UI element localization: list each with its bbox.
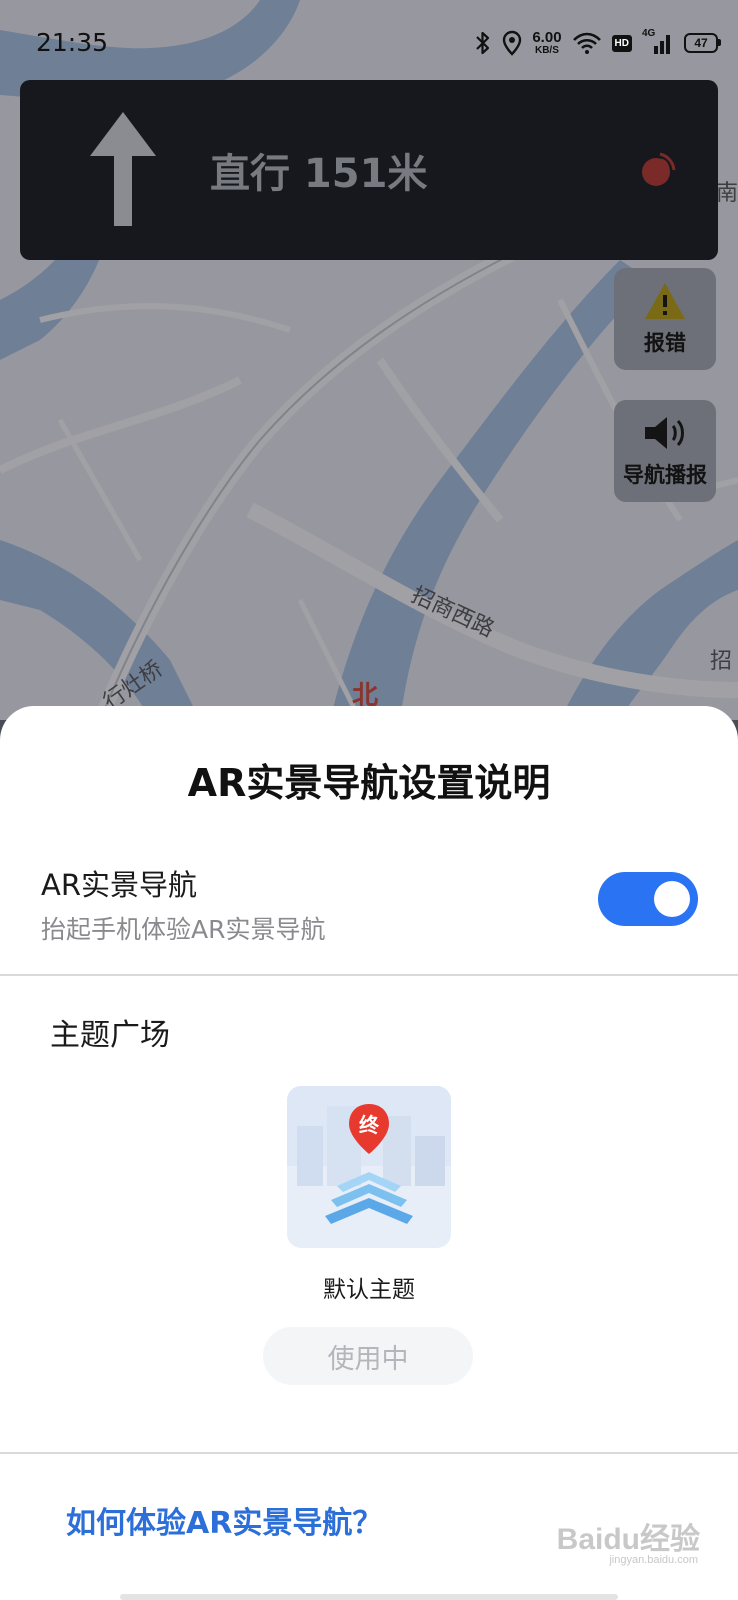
straight-arrow-icon [90, 112, 156, 226]
network-type: 4G [642, 28, 656, 39]
network-speed-value: 6.00 [532, 29, 562, 46]
in-use-button[interactable]: 使用中 [263, 1327, 473, 1385]
report-error-button[interactable]: 报错 [614, 268, 716, 370]
satellite-signal-icon[interactable] [638, 150, 678, 190]
ar-nav-title: AR实景导航 [41, 868, 197, 902]
navigation-instruction-text: 直行 151米 [210, 151, 428, 197]
bluetooth-icon [476, 31, 490, 55]
theme-name: 默认主题 [323, 1277, 415, 1303]
watermark-site: jingyan.baidu.com [609, 1554, 698, 1566]
warning-icon [645, 283, 685, 319]
navigation-voice-label: 导航播报 [623, 463, 707, 487]
divider [0, 974, 738, 976]
network-speed-unit: KB/S [534, 45, 559, 56]
ar-nav-subtitle: 抬起手机体验AR实景导航 [41, 915, 326, 944]
location-icon [503, 30, 522, 56]
status-icons: 6.00 KB/S HD 4G 47 [474, 26, 721, 60]
speaker-icon [645, 417, 684, 449]
watermark-logo: Baidu经验 [556, 1523, 700, 1556]
hd-badge: HD [611, 34, 632, 52]
report-error-label: 报错 [644, 331, 686, 355]
battery-icon: 47 [684, 33, 721, 53]
theme-preview-image: 终 [287, 1086, 451, 1248]
theme-section-header: 主题广场 [50, 1018, 170, 1053]
navigation-voice-button[interactable]: 导航播报 [614, 400, 716, 502]
home-indicator[interactable] [120, 1594, 618, 1600]
divider [0, 1452, 738, 1454]
wifi-icon [572, 32, 601, 54]
default-theme-thumbnail[interactable]: 终 [287, 1086, 451, 1248]
navigation-instruction-card: 直行 151米 [20, 80, 718, 260]
how-to-experience-link[interactable]: 如何体验AR实景导航？ [66, 1498, 382, 1542]
ar-nav-toggle[interactable] [598, 872, 698, 926]
network-speed: 6.00 KB/S [532, 30, 561, 56]
cellular-signal: 4G [642, 28, 674, 56]
status-time: 21:35 [36, 28, 109, 57]
destination-marker-label: 终 [359, 1113, 380, 1137]
ar-settings-sheet: AR实景导航设置说明 AR实景导航 抬起手机体验AR实景导航 主题广场 终 默认… [0, 706, 738, 1600]
toggle-knob [654, 881, 690, 917]
sheet-title: AR实景导航设置说明 [187, 761, 551, 805]
status-bar: 21:35 6.00 KB/S HD 4G 47 [0, 0, 738, 88]
